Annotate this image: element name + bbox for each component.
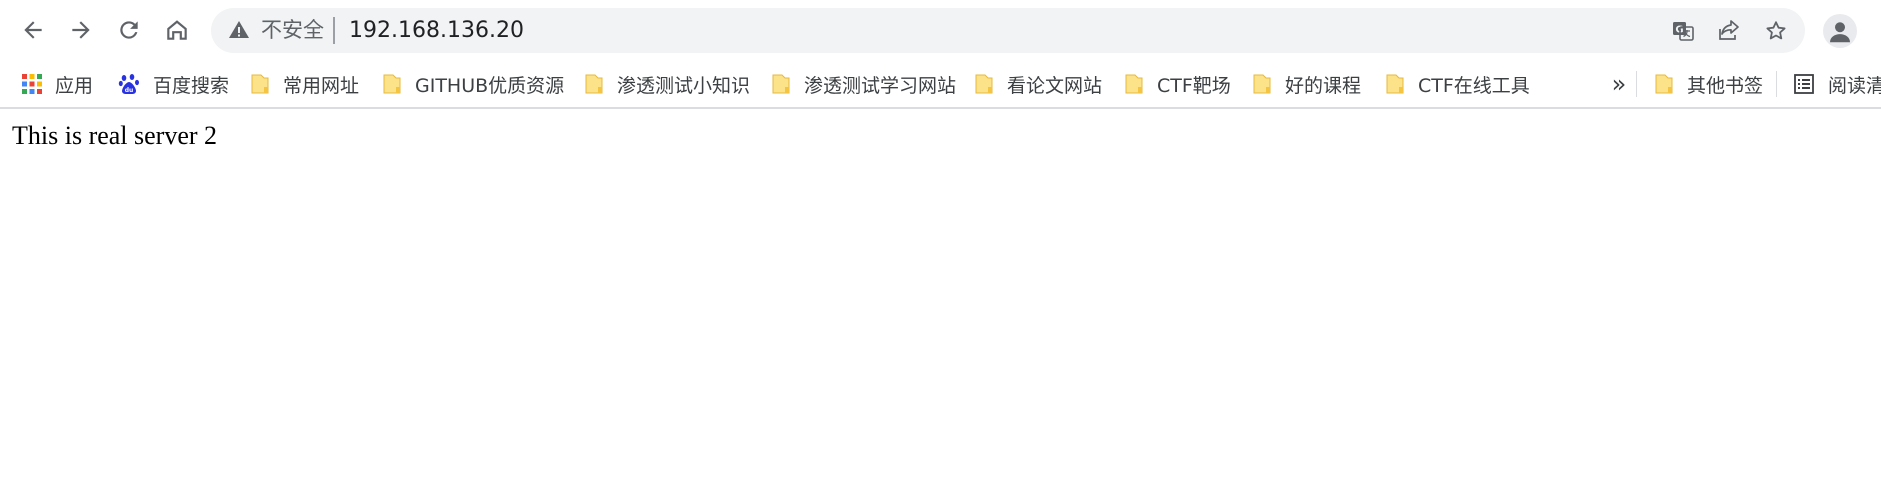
bookmark-label: 应用 bbox=[55, 74, 94, 97]
bookmark-label: 百度搜索 bbox=[153, 74, 230, 97]
svg-text:du: du bbox=[125, 87, 134, 94]
person-icon bbox=[1830, 22, 1850, 43]
folder-icon bbox=[383, 74, 401, 94]
folder-icon bbox=[772, 74, 790, 94]
reading-list-button[interactable]: 阅读清 bbox=[1793, 67, 1881, 101]
translate-button[interactable]: G bbox=[1669, 17, 1697, 45]
folder-icon bbox=[585, 74, 603, 94]
bookmark-folder[interactable]: 渗透测试学习网站 bbox=[771, 67, 956, 101]
bookmark-label: CTF在线工具 bbox=[1418, 74, 1530, 97]
bookmark-folder[interactable]: 好的课程 bbox=[1252, 67, 1361, 101]
bookmark-label: 其他书签 bbox=[1687, 74, 1764, 97]
bookmark-label: GITHUB优质资源 bbox=[415, 74, 565, 97]
folder-icon bbox=[251, 74, 269, 94]
folder-icon bbox=[1655, 74, 1673, 94]
folder-icon bbox=[975, 74, 993, 94]
url-text[interactable]: 192.168.136.20 bbox=[349, 17, 524, 44]
bookmarks-divider bbox=[1636, 71, 1637, 97]
home-icon bbox=[167, 20, 187, 40]
back-button[interactable] bbox=[13, 12, 53, 48]
translate-icon: G bbox=[1673, 22, 1694, 41]
arrow-right-icon bbox=[72, 21, 90, 39]
address-bar[interactable]: 不安全 192.168.136.20 G bbox=[211, 8, 1805, 53]
apps-grid-icon bbox=[22, 74, 42, 94]
forward-button[interactable] bbox=[61, 12, 101, 48]
bookmark-label: 看论文网站 bbox=[1007, 74, 1103, 97]
bookmark-label: 好的课程 bbox=[1285, 74, 1362, 97]
warning-icon[interactable] bbox=[227, 18, 251, 42]
bookmark-label: 常用网址 bbox=[283, 74, 360, 97]
home-button[interactable] bbox=[157, 12, 197, 48]
bookmarks-bar: 应用 du 百度搜索 常用网址 GITHUB优质资源 渗透测试小知识 渗透测试学… bbox=[0, 61, 1881, 109]
bookmark-folder[interactable]: 渗透测试小知识 bbox=[584, 67, 750, 101]
bookmark-star-button[interactable] bbox=[1762, 17, 1790, 45]
reload-button[interactable] bbox=[109, 12, 149, 48]
folder-icon bbox=[1386, 74, 1404, 94]
bookmark-folder[interactable]: CTF在线工具 bbox=[1385, 67, 1530, 101]
bookmark-label: 渗透测试小知识 bbox=[617, 74, 751, 97]
bookmark-apps[interactable]: 应用 bbox=[22, 67, 93, 101]
bookmark-label: CTF靶场 bbox=[1157, 74, 1231, 97]
page-content: This is real server 2 bbox=[0, 109, 1881, 501]
arrow-left-icon bbox=[24, 21, 42, 39]
star-icon bbox=[1766, 21, 1786, 40]
share-icon bbox=[1719, 20, 1739, 40]
folder-icon bbox=[1253, 74, 1271, 94]
folder-icon bbox=[1125, 74, 1143, 94]
bookmark-folder[interactable]: 看论文网站 bbox=[974, 67, 1102, 101]
page-body-text: This is real server 2 bbox=[12, 121, 218, 150]
bookmark-folder[interactable]: GITHUB优质资源 bbox=[382, 67, 564, 101]
bookmark-label: 渗透测试学习网站 bbox=[804, 74, 957, 97]
browser-toolbar: 不安全 192.168.136.20 G bbox=[0, 0, 1881, 61]
bookmark-folder[interactable]: CTF靶场 bbox=[1124, 67, 1231, 101]
bookmark-folder[interactable]: 常用网址 bbox=[250, 67, 359, 101]
bookmarks-divider bbox=[1776, 71, 1777, 97]
reading-list-label: 阅读清 bbox=[1828, 74, 1881, 97]
share-button[interactable] bbox=[1715, 17, 1743, 45]
bookmark-other-folder[interactable]: 其他书签 bbox=[1654, 67, 1763, 101]
security-status-label[interactable]: 不安全 bbox=[261, 18, 324, 43]
baidu-paw-icon: du bbox=[118, 74, 139, 94]
bookmarks-overflow-button[interactable]: » bbox=[1604, 67, 1634, 101]
reload-icon bbox=[120, 21, 138, 39]
reading-list-icon bbox=[1794, 74, 1814, 94]
address-divider bbox=[333, 17, 335, 44]
bookmark-baidu[interactable]: du 百度搜索 bbox=[118, 67, 229, 101]
profile-avatar-button[interactable] bbox=[1823, 14, 1857, 48]
